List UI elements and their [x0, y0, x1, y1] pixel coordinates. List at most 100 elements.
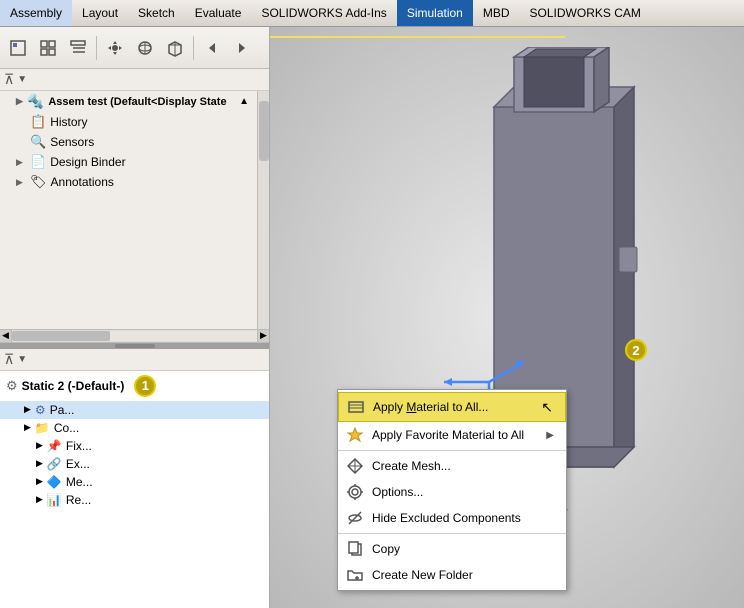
ctx-arrow-favorite: ▶: [546, 430, 554, 441]
ctx-icon-apply-favorite: [346, 427, 364, 443]
ctx-create-folder[interactable]: Create New Folder: [338, 562, 566, 588]
ctx-apply-material[interactable]: Apply Material to All... ↖: [338, 392, 566, 422]
sim-filter-arrow: ▼: [17, 354, 27, 365]
toolbar-component-btn[interactable]: [4, 34, 32, 62]
tree-scroll-thumb[interactable]: [259, 101, 269, 161]
tree-label-sensors: Sensors: [50, 135, 94, 149]
sim-study-row[interactable]: ⚙ Static 2 (-Default-) 1: [0, 371, 269, 401]
filter-icon: ⊼: [4, 71, 14, 88]
sim-item-mesh[interactable]: ▶ 🔷 Me...: [0, 473, 269, 491]
cursor-indicator: ↖: [541, 399, 553, 416]
sim-icon-res: 📊: [47, 493, 62, 507]
feature-tree-filter-row: ⊼ ▼: [0, 69, 269, 91]
sim-expand-fix: ▶: [36, 440, 43, 451]
badge-2: 2: [625, 339, 647, 361]
ctx-icon-apply-material: [347, 398, 365, 416]
menu-mbd[interactable]: MBD: [473, 0, 520, 26]
menu-sw-cam[interactable]: SOLIDWORKS CAM: [520, 0, 651, 26]
sim-icon-ext: 🔗: [47, 457, 62, 471]
ctx-hide-excluded[interactable]: Hide Excluded Components: [338, 505, 566, 531]
menu-evaluate[interactable]: Evaluate: [185, 0, 252, 26]
ctx-label-hide-excluded: Hide Excluded Components: [372, 511, 521, 525]
ctx-label-create-mesh: Create Mesh...: [372, 459, 451, 473]
menu-layout[interactable]: Layout: [72, 0, 128, 26]
tree-scrollbar[interactable]: [257, 91, 269, 329]
context-menu: Apply Material to All... ↖ Apply Favorit…: [337, 389, 567, 591]
main-layout: ⊼ ▼ ▶ 🔩 Assem test (Default<Display Stat…: [0, 27, 744, 608]
tree-expand-binder: ▶: [16, 157, 26, 168]
feature-tree-wrapper: ▶ 🔩 Assem test (Default<Display State ▲ …: [0, 91, 269, 329]
sim-item-results[interactable]: ▶ 📊 Re...: [0, 491, 269, 509]
ctx-copy[interactable]: Copy: [338, 536, 566, 562]
menubar: Assembly Layout Sketch Evaluate SOLIDWOR…: [0, 0, 744, 27]
tree-item-design-binder[interactable]: ▶ 📄 Design Binder: [0, 152, 257, 172]
ctx-separator-1: [338, 450, 566, 451]
badge-1: 1: [134, 375, 156, 397]
sim-study-icon: ⚙: [6, 378, 18, 394]
menu-simulation[interactable]: Simulation: [397, 0, 473, 26]
sim-label-fix: Fix...: [66, 439, 92, 453]
toolbar-grid-btn[interactable]: [34, 34, 62, 62]
tree-root[interactable]: ▶ 🔩 Assem test (Default<Display State ▲: [0, 91, 257, 112]
sim-label-parts: Pa...: [50, 403, 75, 417]
feature-tree-content: ▶ 🔩 Assem test (Default<Display State ▲ …: [0, 91, 257, 329]
menu-sw-addins[interactable]: SOLIDWORKS Add-Ins: [251, 0, 396, 26]
sim-icon-fix: 📌: [47, 439, 62, 453]
tree-item-history[interactable]: 📋 History: [0, 112, 257, 132]
tree-icon-sensors: 🔍: [30, 134, 46, 150]
toolbar-box-btn[interactable]: [161, 34, 189, 62]
sim-expand-conn: ▶: [24, 422, 31, 433]
filter-arrow: ▼: [17, 74, 27, 85]
ctx-label-apply-favorite: Apply Favorite Material to All: [372, 428, 524, 442]
tree-root-scroll-arrow: ▲: [239, 96, 249, 107]
sim-filter-row: ⊼ ▼: [0, 349, 269, 371]
sim-label-conn: Co...: [54, 421, 79, 435]
tree-item-sensors[interactable]: 🔍 Sensors: [0, 132, 257, 152]
tree-icon-history: 📋: [30, 114, 46, 130]
sim-item-external[interactable]: ▶ 🔗 Ex...: [0, 455, 269, 473]
sim-item-fixtures[interactable]: ▶ 📌 Fix...: [0, 437, 269, 455]
toolbar-left-arrow-btn[interactable]: [198, 34, 226, 62]
h-scroll-right[interactable]: ▶: [257, 330, 269, 342]
ctx-icon-create-folder: [346, 567, 364, 583]
canvas-area: 2 Apply Material to All... ↖: [270, 27, 744, 608]
toolbar-separator-2: [193, 36, 194, 60]
toolbar-tree-btn[interactable]: [64, 34, 92, 62]
h-scroll-track[interactable]: [12, 331, 257, 341]
menu-assembly[interactable]: Assembly: [0, 0, 72, 26]
h-scroll-left[interactable]: ◀: [0, 330, 12, 342]
toolbar-separator-1: [96, 36, 97, 60]
tree-icon-binder: 📄: [30, 154, 46, 170]
sim-filter-icon: ⊼: [4, 351, 14, 368]
left-panel: ⊼ ▼ ▶ 🔩 Assem test (Default<Display Stat…: [0, 27, 270, 608]
tree-root-label: Assem test (Default<Display State: [48, 96, 226, 108]
ctx-label-copy: Copy: [372, 542, 400, 556]
toolbar-move-btn[interactable]: [101, 34, 129, 62]
menu-sketch[interactable]: Sketch: [128, 0, 185, 26]
sim-tree: ⚙ Static 2 (-Default-) 1 ▶ ⚙ Pa... ▶ 📁 C…: [0, 371, 269, 608]
tree-label-binder: Design Binder: [50, 155, 125, 169]
toolbar: [0, 27, 269, 69]
h-scrollbar[interactable]: ◀ ▶: [0, 329, 269, 343]
separator-handle[interactable]: [115, 344, 155, 348]
toolbar-sphere-btn[interactable]: [131, 34, 159, 62]
tree-item-annotations[interactable]: ▶ 🏷 Annotations: [0, 172, 257, 192]
ctx-icon-options: [346, 484, 364, 500]
sim-expand-ext: ▶: [36, 458, 43, 469]
ctx-label-create-folder: Create New Folder: [372, 568, 473, 582]
sim-expand-parts: ▶: [24, 404, 31, 415]
sim-icon-parts: ⚙: [35, 403, 46, 417]
sim-icon-conn: 📁: [35, 421, 50, 435]
tree-icon-annotations: 🏷: [30, 174, 47, 190]
ctx-create-mesh[interactable]: Create Mesh...: [338, 453, 566, 479]
sim-item-parts[interactable]: ▶ ⚙ Pa...: [0, 401, 269, 419]
h-scroll-thumb[interactable]: [12, 331, 110, 341]
sim-item-connections[interactable]: ▶ 📁 Co...: [0, 419, 269, 437]
sim-expand-mesh: ▶: [36, 476, 43, 487]
tree-label-history: History: [50, 115, 87, 129]
ctx-apply-favorite[interactable]: Apply Favorite Material to All ▶: [338, 422, 566, 448]
toolbar-right-arrow-btn[interactable]: [228, 34, 256, 62]
ctx-label-options: Options...: [372, 485, 423, 499]
ctx-options[interactable]: Options...: [338, 479, 566, 505]
sim-study-label: Static 2 (-Default-): [22, 379, 125, 393]
